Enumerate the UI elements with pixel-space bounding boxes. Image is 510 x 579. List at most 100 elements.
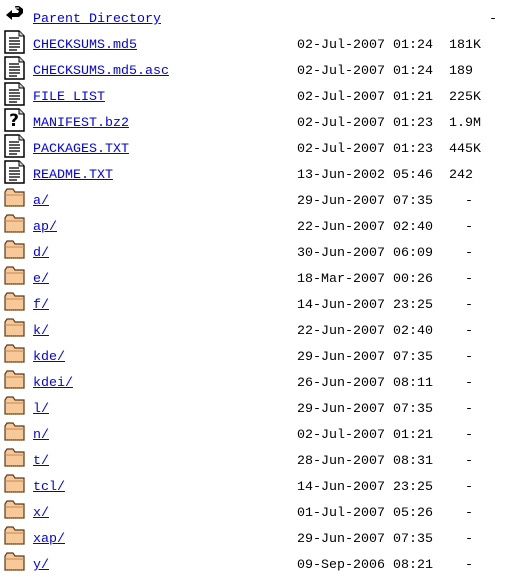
entry-date: 29-Jun-2007 07:35 bbox=[297, 350, 433, 365]
entry-date: 18-Mar-2007 00:26 bbox=[297, 272, 433, 287]
entry-link[interactable]: CHECKSUMS.md5 bbox=[33, 38, 137, 54]
entry-size: - bbox=[449, 480, 473, 495]
listing-row: a/29-Jun-2007 07:35 - bbox=[0, 186, 510, 212]
folder-icon bbox=[4, 238, 26, 262]
listing-row: CHECKSUMS.md5.asc 02-Jul-2007 01:24 189 bbox=[0, 56, 510, 82]
entry-link[interactable]: y/ bbox=[33, 558, 49, 574]
folder-icon bbox=[4, 368, 26, 392]
listing-row: kdei/26-Jun-2007 08:11 - bbox=[0, 368, 510, 394]
entry-size: - bbox=[449, 246, 473, 261]
entry-link[interactable]: kdei/ bbox=[33, 376, 73, 392]
entry-date: 14-Jun-2007 23:25 bbox=[297, 480, 433, 495]
entry-link[interactable]: k/ bbox=[33, 324, 49, 340]
back-icon bbox=[4, 4, 26, 28]
listing-row: x/01-Jul-2007 05:26 - bbox=[0, 498, 510, 524]
folder-icon bbox=[4, 316, 26, 340]
entry-link[interactable]: f/ bbox=[33, 298, 49, 314]
entry-date: 02-Jul-2007 01:24 bbox=[297, 64, 433, 79]
entry-size: - bbox=[449, 376, 473, 391]
folder-icon bbox=[4, 290, 26, 314]
folder-icon bbox=[4, 550, 26, 574]
listing-row: Parent Directory - bbox=[0, 4, 510, 30]
listing-row: e/18-Mar-2007 00:26 - bbox=[0, 264, 510, 290]
entry-link[interactable]: Parent Directory bbox=[33, 12, 161, 28]
entry-link[interactable]: n/ bbox=[33, 428, 49, 444]
entry-date: 22-Jun-2007 02:40 bbox=[297, 220, 433, 235]
entry-size: - bbox=[449, 272, 473, 287]
listing-row: l/29-Jun-2007 07:35 - bbox=[0, 394, 510, 420]
text-file-icon bbox=[4, 56, 26, 80]
entry-link[interactable]: d/ bbox=[33, 246, 49, 262]
entry-link[interactable]: a/ bbox=[33, 194, 49, 210]
entry-date: 02-Jul-2007 01:23 bbox=[297, 142, 433, 157]
folder-icon bbox=[4, 446, 26, 470]
entry-link[interactable]: xap/ bbox=[33, 532, 65, 548]
entry-size: - bbox=[449, 12, 497, 27]
listing-row: FILE_LIST 02-Jul-2007 01:21 225K bbox=[0, 82, 510, 108]
listing-row: PACKAGES.TXT 02-Jul-2007 01:23 445K bbox=[0, 134, 510, 160]
entry-link[interactable]: tcl/ bbox=[33, 480, 65, 496]
entry-size: - bbox=[449, 324, 473, 339]
folder-icon bbox=[4, 472, 26, 496]
entry-link[interactable]: FILE_LIST bbox=[33, 90, 105, 106]
entry-link[interactable]: ap/ bbox=[33, 220, 57, 236]
entry-link[interactable]: CHECKSUMS.md5.asc bbox=[33, 64, 169, 80]
entry-size: - bbox=[449, 506, 473, 521]
listing-row: f/14-Jun-2007 23:25 - bbox=[0, 290, 510, 316]
folder-icon bbox=[4, 186, 26, 210]
folder-icon bbox=[4, 394, 26, 418]
entry-link[interactable]: l/ bbox=[33, 402, 49, 418]
entry-size: - bbox=[449, 298, 473, 313]
entry-size: 242 bbox=[449, 168, 473, 183]
entry-link[interactable]: e/ bbox=[33, 272, 49, 288]
listing-row: ap/22-Jun-2007 02:40 - bbox=[0, 212, 510, 238]
listing-row: n/02-Jul-2007 01:21 - bbox=[0, 420, 510, 446]
listing-row: ? MANIFEST.bz2 02-Jul-2007 01:23 1.9M bbox=[0, 108, 510, 134]
entry-link[interactable]: README.TXT bbox=[33, 168, 113, 184]
listing-row: t/28-Jun-2007 08:31 - bbox=[0, 446, 510, 472]
listing-row: CHECKSUMS.md5 02-Jul-2007 01:24 181K bbox=[0, 30, 510, 56]
entry-date: 29-Jun-2007 07:35 bbox=[297, 194, 433, 209]
entry-size: - bbox=[449, 532, 473, 547]
entry-size: - bbox=[449, 402, 473, 417]
svg-text:?: ? bbox=[9, 111, 19, 131]
listing-row: d/30-Jun-2007 06:09 - bbox=[0, 238, 510, 264]
entry-date: 02-Jul-2007 01:23 bbox=[297, 116, 433, 131]
entry-date: 14-Jun-2007 23:25 bbox=[297, 298, 433, 313]
entry-link[interactable]: x/ bbox=[33, 506, 49, 522]
entry-link[interactable]: kde/ bbox=[33, 350, 65, 366]
entry-date: 22-Jun-2007 02:40 bbox=[297, 324, 433, 339]
text-file-icon bbox=[4, 82, 26, 106]
entry-date: 02-Jul-2007 01:24 bbox=[297, 38, 433, 53]
entry-date: 01-Jul-2007 05:26 bbox=[297, 506, 433, 521]
entry-size: 181K bbox=[449, 38, 481, 53]
listing-row: xap/29-Jun-2007 07:35 - bbox=[0, 524, 510, 550]
entry-size: 189 bbox=[449, 64, 473, 79]
entry-date: 29-Jun-2007 07:35 bbox=[297, 532, 433, 547]
listing-row: kde/29-Jun-2007 07:35 - bbox=[0, 342, 510, 368]
unknown-file-icon: ? bbox=[4, 108, 26, 132]
text-file-icon bbox=[4, 30, 26, 54]
entry-size: - bbox=[449, 428, 473, 443]
entry-date: 02-Jul-2007 01:21 bbox=[297, 428, 433, 443]
entry-date: 26-Jun-2007 08:11 bbox=[297, 376, 433, 391]
entry-size: - bbox=[449, 220, 473, 235]
entry-date: 02-Jul-2007 01:21 bbox=[297, 90, 433, 105]
entry-link[interactable]: MANIFEST.bz2 bbox=[33, 116, 129, 132]
entry-date: 29-Jun-2007 07:35 bbox=[297, 402, 433, 417]
entry-link[interactable]: PACKAGES.TXT bbox=[33, 142, 129, 158]
entry-date: 28-Jun-2007 08:31 bbox=[297, 454, 433, 469]
entry-size: - bbox=[449, 350, 473, 365]
entry-size: - bbox=[449, 558, 473, 573]
entry-date: 13-Jun-2002 05:46 bbox=[297, 168, 433, 183]
entry-size: 445K bbox=[449, 142, 481, 157]
entry-date: 09-Sep-2006 08:21 bbox=[297, 558, 433, 573]
entry-link[interactable]: t/ bbox=[33, 454, 49, 470]
listing-row: k/22-Jun-2007 02:40 - bbox=[0, 316, 510, 342]
folder-icon bbox=[4, 264, 26, 288]
entry-size: 1.9M bbox=[449, 116, 481, 131]
folder-icon bbox=[4, 212, 26, 236]
entry-size: - bbox=[449, 454, 473, 469]
listing-row: y/09-Sep-2006 08:21 - bbox=[0, 550, 510, 576]
entry-date: 30-Jun-2007 06:09 bbox=[297, 246, 433, 261]
